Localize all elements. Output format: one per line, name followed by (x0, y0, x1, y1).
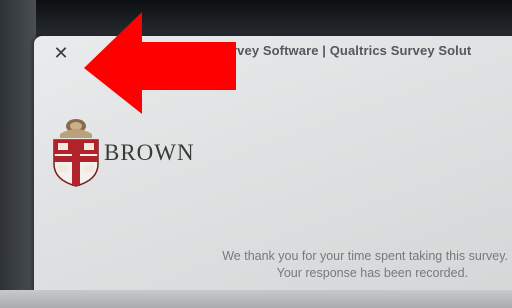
bottom-strip (0, 290, 512, 308)
completion-line-2: Your response has been recorded. (276, 266, 468, 280)
completion-message: We thank you for your time spent taking … (188, 248, 508, 282)
completion-line-1: We thank you for your time spent taking … (222, 249, 508, 263)
left-bezel (0, 0, 36, 308)
brown-university-shield-icon (53, 119, 99, 187)
close-icon[interactable]: ✕ (52, 43, 70, 63)
red-arrow-icon (84, 12, 236, 114)
brand-name: BROWN (104, 140, 195, 165)
